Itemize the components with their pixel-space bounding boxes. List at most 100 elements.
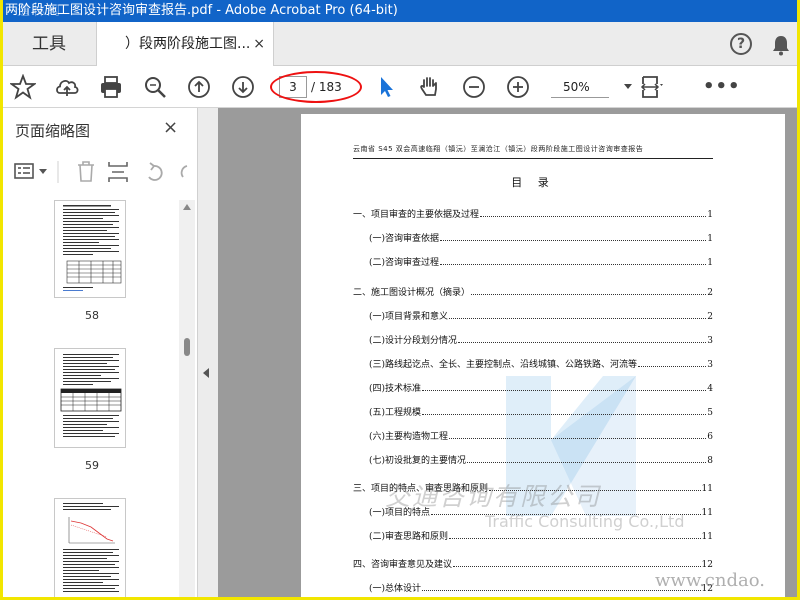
insert-page-icon[interactable] [108, 162, 128, 182]
toc-page-number: 11 [701, 484, 713, 494]
toc-page-number: 4 [707, 384, 713, 394]
toc-leader-dots [467, 462, 707, 463]
tab-document-label: ）段两阶段施工图... [125, 36, 251, 52]
thumbnail-label: 59 [85, 459, 99, 472]
toc-row[interactable]: (一)项目背景和意义 2 [369, 308, 713, 322]
toc-title: 目 录 [511, 176, 555, 189]
toc-leader-dots [440, 264, 707, 265]
toc-row[interactable]: (七)初设批复的主要情况 8 [369, 452, 713, 466]
toc-entry-text: (一)项目背景和意义 [369, 312, 449, 322]
toc-entry-text: (七)初设批复的主要情况 [369, 456, 467, 466]
toc-leader-dots [440, 240, 707, 241]
toc-page-number: 5 [707, 408, 713, 418]
zoom-in-icon[interactable] [505, 74, 531, 100]
toc-row[interactable]: (四)技术标准 4 [369, 380, 713, 394]
toc-entry-text: (一)咨询审查依据 [369, 234, 440, 244]
toc-entry-text: 一、项目审查的主要依据及过程 [353, 210, 480, 220]
panel-collapse-strip[interactable] [198, 108, 218, 597]
annotation-oval [270, 71, 362, 103]
print-icon[interactable] [98, 74, 124, 100]
thumbnail-options-icon[interactable] [14, 163, 47, 179]
undo-icon[interactable] [148, 162, 163, 181]
toolbar: 3 / 183 50% ••• [3, 66, 797, 108]
thumbnail-page[interactable] [54, 498, 126, 597]
toc-leader-dots [458, 342, 707, 343]
select-cursor-icon[interactable] [373, 74, 399, 100]
bell-icon[interactable] [771, 34, 791, 56]
help-icon[interactable]: ? [730, 33, 752, 55]
thumbnail-scrollbar[interactable] [179, 200, 195, 597]
toc-entry-text: (二)咨询审查过程 [369, 258, 440, 268]
scrollbar-thumb[interactable] [184, 338, 190, 356]
toc-page-number: 2 [707, 288, 713, 298]
toc-entry-text: (三)路线起讫点、全长、主要控制点、沿线城镇、公路铁路、河流等 [369, 360, 638, 370]
toc-row[interactable]: (五)工程规模 5 [369, 404, 713, 418]
toc-entry-text: (二)设计分段划分情况 [369, 336, 458, 346]
page-fit-icon[interactable] [639, 74, 665, 100]
zoom-level-select[interactable]: 50% [551, 76, 609, 98]
toc-page-number: 2 [707, 312, 713, 322]
toc-page-number: 12 [701, 560, 713, 570]
next-page-icon[interactable] [230, 74, 256, 100]
toc-page-number: 3 [707, 360, 713, 370]
zoom-out-icon[interactable] [461, 74, 487, 100]
toc-page-number: 1 [707, 234, 713, 244]
panel-close-icon[interactable]: × [163, 117, 178, 138]
tab-tools[interactable]: 工具 [3, 22, 95, 66]
tab-bar: 工具 ）段两阶段施工图... × ? [3, 22, 797, 67]
toc-page-number: 11 [701, 532, 713, 542]
toc-page-number: 6 [707, 432, 713, 442]
toc-page-number: 8 [707, 456, 713, 466]
toc-entry-text: (六)主要构造物工程 [369, 432, 449, 442]
toc-page-number: 11 [701, 508, 713, 518]
bookmark-star-icon[interactable] [8, 73, 38, 100]
title-bar: 两阶段施工图设计咨询审查报告.pdf - Adobe Acrobat Pro (… [3, 0, 797, 22]
toc-row[interactable]: 四、咨询审查意见及建议 12 [353, 556, 713, 570]
thumbnail-label: 58 [85, 309, 99, 322]
upload-cloud-icon[interactable] [54, 74, 80, 100]
toc-page-number: 3 [707, 336, 713, 346]
watermark-english: Traffic Consulting Co.,Ltd [485, 512, 685, 531]
more-tools-icon[interactable]: ••• [703, 76, 741, 97]
window-title: 两阶段施工图设计咨询审查报告.pdf - Adobe Acrobat Pro (… [5, 3, 398, 18]
toc-leader-dots [638, 366, 707, 367]
toc-page-number: 1 [707, 210, 713, 220]
toc-leader-dots [422, 390, 707, 391]
toc-entry-text: 四、咨询审查意见及建议 [353, 560, 453, 570]
toc-entry-text: (五)工程规模 [369, 408, 422, 418]
toc-entry-text: (二)审查思路和原则 [369, 532, 449, 542]
previous-page-icon[interactable] [186, 74, 212, 100]
toc-leader-dots [453, 566, 701, 567]
header-rule [353, 158, 713, 159]
delete-page-icon[interactable] [78, 161, 94, 182]
thumbnail-page[interactable] [54, 200, 126, 298]
toc-row[interactable]: (二)设计分段划分情况 3 [369, 332, 713, 346]
toc-leader-dots [480, 216, 707, 217]
tab-close-icon[interactable]: × [253, 22, 265, 66]
panel-title: 页面缩略图 [15, 122, 91, 140]
toc-leader-dots [449, 438, 707, 439]
find-text-icon[interactable] [142, 74, 168, 100]
toc-row[interactable]: (三)路线起讫点、全长、主要控制点、沿线城镇、公路铁路、河流等 3 [369, 356, 713, 370]
thumbnail-page[interactable] [54, 348, 126, 448]
collapse-left-icon[interactable] [203, 368, 209, 378]
watermark-logo: 道林网 [17, 4, 63, 19]
zoom-dropdown-icon[interactable] [624, 84, 632, 89]
toc-leader-dots [422, 414, 707, 415]
hand-tool-icon[interactable] [417, 74, 443, 100]
panel-tools [3, 156, 198, 188]
watermark-company: 交通咨询有限公司 [385, 482, 602, 511]
toc-row[interactable]: 一、项目审查的主要依据及过程 1 [353, 206, 713, 220]
toc-leader-dots [449, 318, 707, 319]
scroll-up-icon[interactable] [183, 204, 191, 210]
toc-row[interactable]: 二、施工图设计概况（摘录） 2 [353, 284, 713, 298]
tab-document[interactable]: ）段两阶段施工图... × [96, 22, 274, 67]
watermark-url: www.cndao. [655, 570, 765, 591]
thumbnail-panel: 页面缩略图 × 58 59 [3, 108, 198, 597]
redo-icon[interactable] [180, 165, 188, 178]
toc-row[interactable]: (二)咨询审查过程 1 [369, 254, 713, 268]
toc-row[interactable]: (一)咨询审查依据 1 [369, 230, 713, 244]
toc-row[interactable]: (六)主要构造物工程 6 [369, 428, 713, 442]
toc-entry-text: (一)总体设计 [369, 584, 422, 594]
toc-leader-dots [449, 538, 701, 539]
